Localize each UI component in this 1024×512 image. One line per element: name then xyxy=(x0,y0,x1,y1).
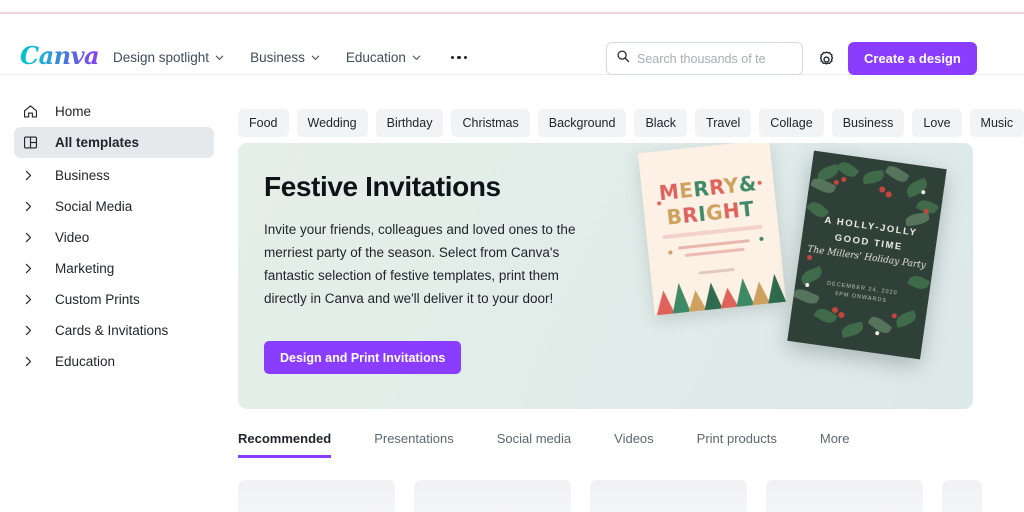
app-header: Canva Design spotlight Business Educatio… xyxy=(0,14,1024,75)
sidebar-item-label: Education xyxy=(55,354,116,369)
sidebar-item-label: Custom Prints xyxy=(55,292,140,307)
banner-title: Festive Invitations xyxy=(264,171,501,202)
chevron-down-icon xyxy=(310,52,321,63)
tab-social-media[interactable]: Social media xyxy=(497,431,571,458)
template-card-placeholder[interactable] xyxy=(942,480,982,512)
canva-templates-page: Canva Design spotlight Business Educatio… xyxy=(0,0,1024,512)
home-icon xyxy=(22,103,44,120)
template-card-placeholder[interactable] xyxy=(414,480,571,512)
chip-love[interactable]: Love xyxy=(912,109,962,137)
nav-item-label: Business xyxy=(250,50,305,65)
chevron-right-icon xyxy=(22,324,44,337)
create-a-design-button[interactable]: Create a design xyxy=(848,42,977,75)
chip-background[interactable]: Background xyxy=(537,109,627,137)
chip-music[interactable]: Music xyxy=(969,109,1024,137)
search-input[interactable] xyxy=(637,51,793,66)
template-card-placeholder[interactable] xyxy=(766,480,923,512)
template-card-holly-jolly[interactable]: A HOLLY-JOLLY GOOD TIME The Millers' Hol… xyxy=(787,150,947,360)
merry-card-tree-row xyxy=(651,268,787,316)
sidebar-item-marketing[interactable]: Marketing xyxy=(14,253,214,284)
promo-banner[interactable]: Festive Invitations Invite your friends,… xyxy=(238,143,973,409)
chevron-down-icon xyxy=(411,52,422,63)
chip-birthday[interactable]: Birthday xyxy=(375,109,444,137)
design-and-print-invitations-button[interactable]: Design and Print Invitations xyxy=(264,341,462,374)
category-chip-row: Food Wedding Birthday Christmas Backgrou… xyxy=(238,109,1024,137)
chevron-down-icon xyxy=(214,52,225,63)
sidebar-item-video[interactable]: Video xyxy=(14,222,214,253)
chip-collage[interactable]: Collage xyxy=(759,109,824,137)
sidebar-item-business[interactable]: Business xyxy=(14,160,214,191)
nav-item-education[interactable]: Education xyxy=(346,47,434,68)
sidebar-item-label: Marketing xyxy=(55,261,115,276)
sidebar-item-label: Social Media xyxy=(55,199,133,214)
sidebar-item-home[interactable]: Home xyxy=(14,96,214,127)
templates-grid-icon xyxy=(22,134,44,151)
sidebar-item-label: Home xyxy=(55,104,92,119)
chip-food[interactable]: Food xyxy=(238,109,289,137)
canva-logo[interactable]: Canva xyxy=(20,44,100,68)
merry-card-sub-rule xyxy=(684,247,745,257)
content-tabs: Recommended Presentations Social media V… xyxy=(238,431,892,458)
tab-videos[interactable]: Videos xyxy=(614,431,654,458)
chevron-right-icon xyxy=(22,293,44,306)
ellipsis-icon[interactable] xyxy=(447,50,472,66)
sidebar-item-label: Video xyxy=(55,230,90,245)
sidebar-item-label: Business xyxy=(55,168,110,183)
template-results-grid xyxy=(238,480,982,512)
chip-business[interactable]: Business xyxy=(831,109,905,137)
banner-description: Invite your friends, colleagues and love… xyxy=(264,222,576,306)
chip-christmas[interactable]: Christmas xyxy=(451,109,530,137)
chip-travel[interactable]: Travel xyxy=(695,109,752,137)
chevron-right-icon xyxy=(22,200,44,213)
chevron-right-icon xyxy=(22,355,44,368)
search-icon xyxy=(616,49,630,68)
chevron-right-icon xyxy=(22,169,44,182)
gear-icon[interactable] xyxy=(814,47,838,71)
template-card-placeholder[interactable] xyxy=(590,480,747,512)
nav-item-label: Education xyxy=(345,50,406,65)
template-card-placeholder[interactable] xyxy=(238,480,395,512)
tab-print-products[interactable]: Print products xyxy=(697,431,777,458)
nav-item-label: Design spotlight xyxy=(113,50,210,65)
sidebar-item-label: Cards & Invitations xyxy=(55,323,169,338)
tab-presentations[interactable]: Presentations xyxy=(374,431,454,458)
main-content: Food Wedding Birthday Christmas Backgrou… xyxy=(228,76,1024,512)
sidebar-item-social-media[interactable]: Social Media xyxy=(14,191,214,222)
sidebar-item-custom-prints[interactable]: Custom Prints xyxy=(14,284,214,315)
tab-more[interactable]: More xyxy=(820,431,850,458)
chevron-right-icon xyxy=(22,231,44,244)
nav-item-business[interactable]: Business xyxy=(250,47,333,68)
sidebar-item-cards-invitations[interactable]: Cards & Invitations xyxy=(14,315,214,346)
sidebar-item-all-templates[interactable]: All templates xyxy=(14,127,214,158)
sidebar: Home All templates Business Social Media… xyxy=(0,76,228,512)
search-box[interactable] xyxy=(606,42,803,75)
chip-wedding[interactable]: Wedding xyxy=(296,109,368,137)
chip-black[interactable]: Black xyxy=(634,109,688,137)
sidebar-item-label: All templates xyxy=(55,135,140,150)
template-card-merry-bright[interactable]: MERRY& BRIGHT xyxy=(637,143,787,316)
tab-recommended[interactable]: Recommended xyxy=(238,431,332,458)
chevron-right-icon xyxy=(22,262,44,275)
sidebar-item-education[interactable]: Education xyxy=(14,346,214,377)
nav-item-design-spotlight[interactable]: Design spotlight xyxy=(113,47,237,68)
primary-nav: Design spotlight Business Education xyxy=(113,47,471,68)
